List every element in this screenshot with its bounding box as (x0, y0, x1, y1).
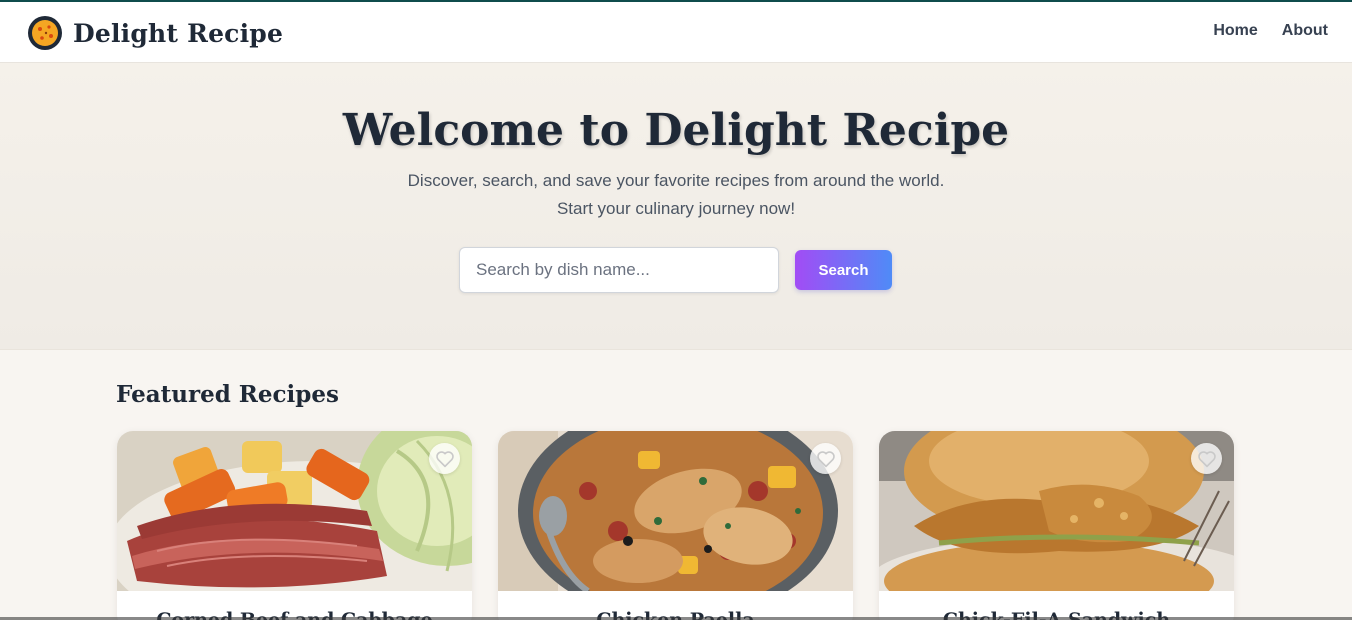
favorite-button[interactable] (429, 443, 460, 474)
favorite-button[interactable] (810, 443, 841, 474)
recipe-card-list: Corned Beef and Cabbage Chicken Paella C… (117, 431, 1235, 620)
heart-outline-icon (1197, 450, 1216, 467)
hero-title: Welcome to Delight Recipe (342, 105, 1010, 156)
site-header: Delight Recipe Home About (0, 2, 1352, 63)
hero-section: Welcome to Delight Recipe Discover, sear… (0, 63, 1352, 350)
logo-icon (28, 16, 62, 50)
heart-outline-icon (816, 450, 835, 467)
recipe-card[interactable]: Corned Beef and Cabbage (117, 431, 472, 620)
search-input[interactable] (459, 247, 779, 293)
search-button[interactable]: Search (795, 250, 892, 290)
recipe-card[interactable]: Chick-Fil-A Sandwich (879, 431, 1234, 620)
nav-home-link[interactable]: Home (1213, 22, 1257, 40)
recipe-image-chick-fil-a (879, 431, 1234, 591)
nav-about-link[interactable]: About (1282, 22, 1328, 40)
recipe-image-chicken-paella (498, 431, 853, 591)
brand-link[interactable]: Delight Recipe (27, 15, 283, 51)
hero-subtitle-line2: Start your culinary journey now! (556, 199, 796, 218)
featured-recipes-title: Featured Recipes (116, 381, 339, 408)
recipe-card[interactable]: Chicken Paella (498, 431, 853, 620)
recipe-image-corned-beef (117, 431, 472, 591)
favorite-button[interactable] (1191, 443, 1222, 474)
heart-outline-icon (435, 450, 454, 467)
main-nav: Home About (1213, 22, 1328, 40)
hero-subtitle-line1: Discover, search, and save your favorite… (407, 171, 945, 190)
brand-name: Delight Recipe (73, 18, 284, 48)
